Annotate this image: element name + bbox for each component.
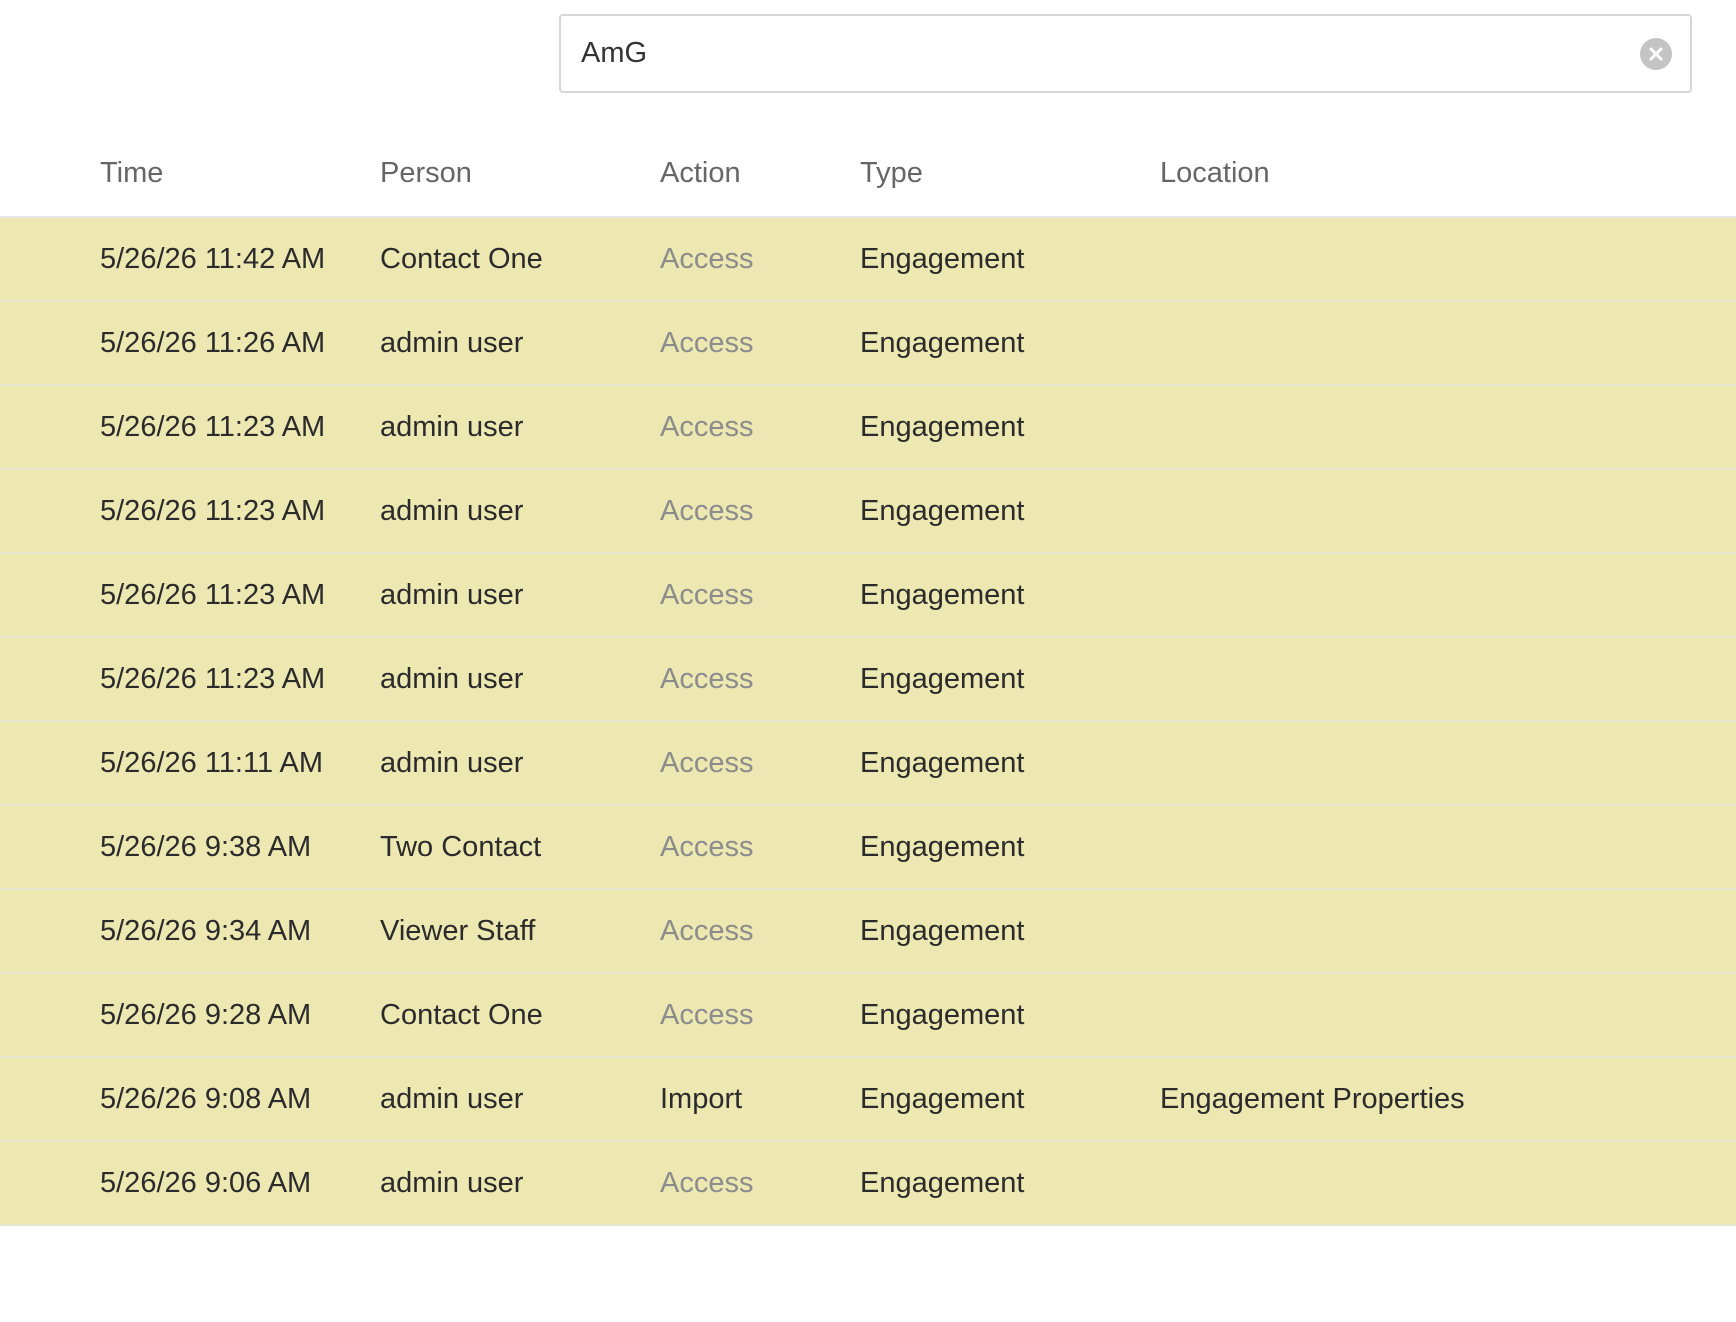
table-row[interactable]: 5/26/26 11:26 AM admin user Access Engageme…	[0, 302, 1736, 386]
cell-type: Engagement	[860, 830, 1025, 863]
cell-action: Access	[660, 494, 754, 527]
cell-type: Engagement	[860, 326, 1025, 359]
cell-action: Import	[660, 1082, 743, 1115]
cell-person: Two Contact	[380, 830, 542, 863]
cell-action: Access	[660, 662, 754, 695]
header-time: Time	[100, 156, 164, 189]
table-row[interactable]: 5/26/26 9:06 AM admin user Access Engagemen…	[0, 1142, 1736, 1226]
cell-person: admin user	[380, 1082, 524, 1115]
cell-time: 5/26/26 9:28 AM	[100, 998, 312, 1031]
header-action: Action	[660, 156, 741, 189]
cell-type: Engagement	[860, 746, 1025, 779]
cell-person: admin user	[380, 746, 524, 779]
table-row[interactable]: 5/26/26 9:38 AM Two Contact Access Engageme…	[0, 806, 1736, 890]
cell-type: Engagement	[860, 1082, 1025, 1115]
cell-action: Access	[660, 1166, 754, 1199]
cell-person: Contact One	[380, 242, 543, 275]
cell-time: 5/26/26 11:23 AM	[100, 410, 326, 443]
header-type: Type	[860, 156, 923, 189]
cell-time: 5/26/26 9:06 AM	[100, 1166, 312, 1199]
cell-person: admin user	[380, 494, 524, 527]
cell-type: Engagement	[860, 662, 1025, 695]
cell-time: 5/26/26 11:23 AM	[100, 662, 326, 695]
cell-person: admin user	[380, 578, 524, 611]
header-person: Person	[380, 156, 472, 189]
table-row[interactable]: 5/26/26 11:23 AM admin user Access Engageme…	[0, 638, 1736, 722]
cell-person: admin user	[380, 662, 524, 695]
cell-type: Engagement	[860, 494, 1025, 527]
cell-type: Engagement	[860, 998, 1025, 1031]
cell-person: Contact One	[380, 998, 543, 1031]
cell-person: admin user	[380, 1166, 524, 1199]
close-circle-icon	[1649, 47, 1663, 60]
clear-search-button[interactable]	[1640, 37, 1672, 70]
table-row[interactable]: 5/26/26 9:08 AM admin user Import Engagemen…	[0, 1058, 1736, 1142]
cell-time: 5/26/26 11:42 AM	[100, 242, 326, 275]
table-row[interactable]: 5/26/26 11:42 AM Contact One Access Engagem…	[0, 218, 1736, 302]
table-row[interactable]: 5/26/26 11:23 AM admin user Access Engageme…	[0, 386, 1736, 470]
cell-location: Engagement Properties	[1160, 1082, 1465, 1115]
cell-action: Access	[660, 914, 754, 947]
cell-type: Engagement	[860, 410, 1025, 443]
table-row[interactable]: 5/26/26 11:23 AM admin user Access Engageme…	[0, 470, 1736, 554]
table-body: 5/26/26 11:42 AM Contact One Access Engagem…	[0, 218, 1736, 1226]
cell-time: 5/26/26 9:38 AM	[100, 830, 312, 863]
table-row[interactable]: 5/26/26 11:11 AM admin user Access Engageme…	[0, 722, 1736, 806]
cell-time: 5/26/26 11:11 AM	[100, 746, 324, 779]
table-header: Time Person Action Type Location	[0, 130, 1736, 218]
cell-type: Engagement	[860, 578, 1025, 611]
cell-person: admin user	[380, 410, 524, 443]
cell-type: Engagement	[860, 1166, 1025, 1199]
cell-time: 5/26/26 9:08 AM	[100, 1082, 312, 1115]
cell-action: Access	[660, 326, 754, 359]
search-input[interactable]	[561, 16, 1640, 91]
table-row[interactable]: 5/26/26 11:23 AM admin user Access Engageme…	[0, 554, 1736, 638]
cell-type: Engagement	[860, 914, 1025, 947]
cell-action: Access	[660, 242, 754, 275]
cell-action: Access	[660, 578, 754, 611]
cell-time: 5/26/26 9:34 AM	[100, 914, 312, 947]
table-row[interactable]: 5/26/26 9:34 AM Viewer Staff Access Engagem…	[0, 890, 1736, 974]
activity-table: Time Person Action Type Location 5/26/26…	[0, 130, 1736, 1226]
cell-action: Access	[660, 998, 754, 1031]
header-location: Location	[1160, 156, 1270, 189]
table-row[interactable]: 5/26/26 9:28 AM Contact One Access Engageme…	[0, 974, 1736, 1058]
cell-time: 5/26/26 11:23 AM	[100, 494, 326, 527]
cell-person: admin user	[380, 326, 524, 359]
search-box	[559, 14, 1692, 93]
cell-type: Engagement	[860, 242, 1025, 275]
cell-action: Access	[660, 830, 754, 863]
cell-time: 5/26/26 11:23 AM	[100, 578, 326, 611]
cell-action: Access	[660, 410, 754, 443]
cell-person: Viewer Staff	[380, 914, 536, 947]
cell-action: Access	[660, 746, 754, 779]
cell-time: 5/26/26 11:26 AM	[100, 326, 326, 359]
